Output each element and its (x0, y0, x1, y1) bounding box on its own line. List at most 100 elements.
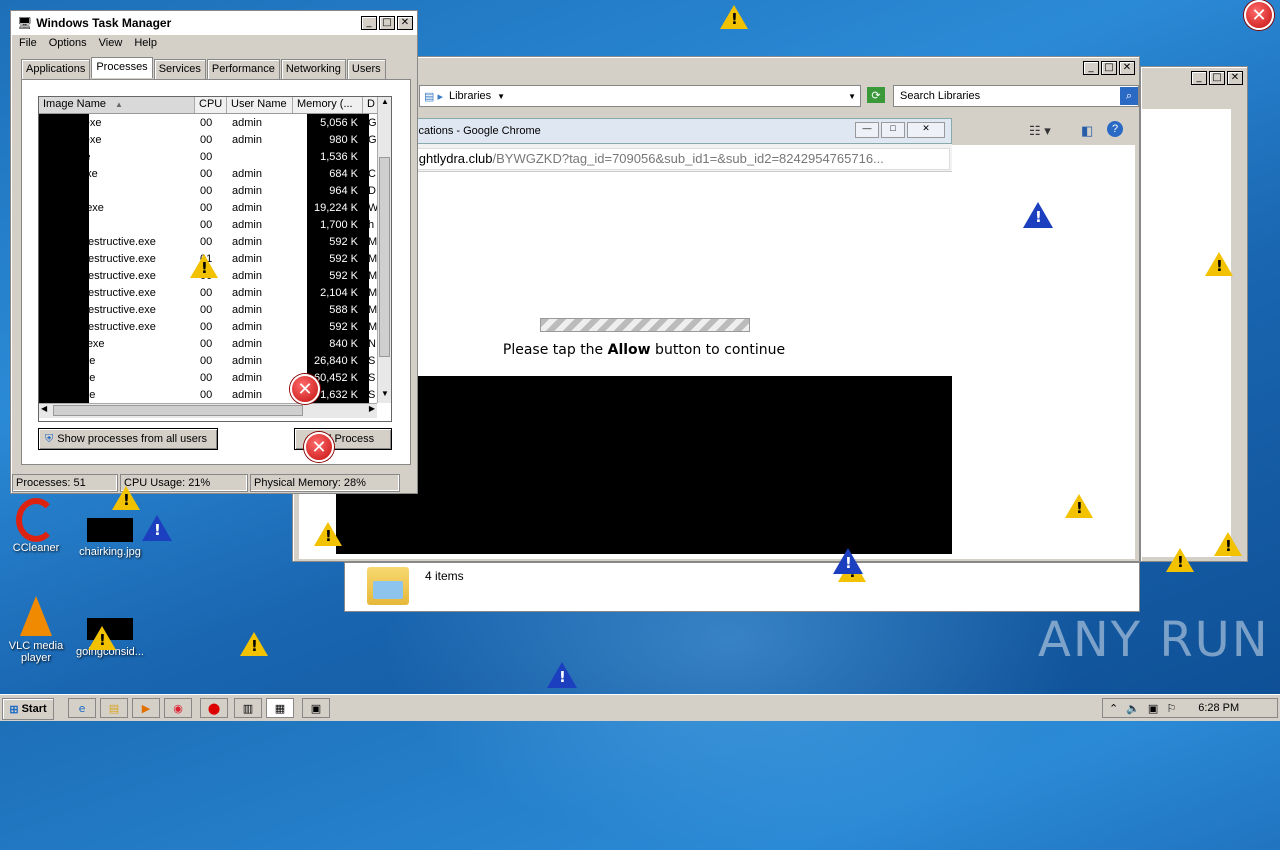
media-player-icon[interactable]: ▶ (132, 698, 160, 718)
table-row[interactable]: ctfmon.exe 00 admin 684 KC (39, 165, 379, 182)
desktop-icon-chairking[interactable]: chairking.jpg (74, 518, 146, 558)
tab-services[interactable]: Services (153, 59, 206, 80)
tab-processes[interactable]: Processes (91, 57, 153, 78)
minimize-button[interactable]: — (855, 122, 879, 138)
close-button[interactable]: ✕ (907, 122, 945, 138)
task-manager-taskbar-icon[interactable]: ▦ (266, 698, 294, 718)
table-row[interactable]: MEMZ-Destructive.exe 00 admin 592 KM (39, 318, 379, 335)
ie-icon[interactable]: e (68, 698, 96, 718)
address-bar[interactable]: ▤ ▸ Libraries ▼ ▼ (419, 85, 861, 107)
desktop-icon-vlc[interactable]: VLC media player (0, 596, 72, 664)
minimize-button[interactable]: _ (1083, 61, 1099, 75)
stop-icon[interactable]: ⬤ (200, 698, 228, 718)
close-button[interactable]: ✕ (1227, 71, 1243, 85)
folder-icon (367, 567, 409, 605)
table-row[interactable]: Skype.exe 00 admin 1,632 KS (39, 386, 379, 403)
col-user-name[interactable]: User Name (227, 97, 293, 113)
horizontal-scrollbar[interactable]: ◀ ▶ (39, 403, 377, 418)
maximize-button[interactable]: □ (1209, 71, 1225, 85)
scroll-left-icon[interactable]: ◀ (41, 404, 47, 413)
user-cell: admin (232, 269, 262, 282)
user-cell: admin (232, 184, 262, 197)
menu-help[interactable]: Help (134, 37, 157, 49)
menu-file[interactable]: File (19, 37, 37, 49)
user-cell: admin (232, 133, 262, 146)
tab-applications[interactable]: Applications (21, 59, 91, 80)
memory-cell: 592 K (329, 235, 358, 248)
table-row[interactable]: chrome.exe 00 admin 980 KG (39, 131, 379, 148)
user-cell: admin (232, 337, 262, 350)
scroll-thumb[interactable] (379, 157, 390, 357)
maximize-button[interactable]: □ (881, 122, 905, 138)
table-row[interactable]: MEMZ-Destructive.exe 00 admin 588 KM (39, 301, 379, 318)
scroll-down-icon[interactable]: ▼ (378, 389, 391, 403)
table-row[interactable]: MEMZ-Destructive.exe 00 admin 2,104 KM (39, 284, 379, 301)
close-button[interactable]: ✕ (397, 16, 413, 30)
vertical-scrollbar[interactable]: ▲ ▼ (377, 97, 391, 403)
scroll-up-icon[interactable]: ▲ (378, 97, 391, 111)
cpu-cell: 00 (200, 116, 213, 129)
process-name-cell: chrome.exe (44, 133, 102, 146)
refresh-icon[interactable]: ⟳ (867, 87, 885, 103)
minimize-button[interactable]: _ (361, 16, 377, 30)
error-icon: ✕ (290, 374, 320, 404)
maximize-button[interactable]: □ (1101, 61, 1117, 75)
col-memory[interactable]: Memory (... (293, 97, 363, 113)
table-row[interactable]: dwm.exe 00 admin 964 KD (39, 182, 379, 199)
tab-users[interactable]: Users (346, 59, 386, 80)
tray-expand-icon[interactable]: ⌃ (1109, 702, 1118, 715)
cpu-cell: 00 (200, 167, 213, 180)
col-image-name[interactable]: Image Name ▲ (39, 97, 195, 113)
cpu-cell: 00 (200, 354, 213, 367)
table-row[interactable]: Skype.exe 00 admin 26,840 KS (39, 352, 379, 369)
minimize-button[interactable]: _ (1191, 71, 1207, 85)
menu-options[interactable]: Options (49, 37, 87, 49)
table-row[interactable]: MEMZ-Destructive.exe 00 admin 592 KM (39, 233, 379, 250)
table-row[interactable]: host.exe 00 admin 1,700 Kh (39, 216, 379, 233)
cpu-cell: 00 (200, 218, 213, 231)
cpu-cell: 00 (200, 320, 213, 333)
table-row[interactable]: explorer.exe 00 admin 19,224 KW (39, 199, 379, 216)
help-icon[interactable]: ? (1107, 121, 1123, 137)
search-icon[interactable]: ⌕ (1120, 87, 1138, 105)
calculator-icon[interactable]: ▣ (302, 698, 330, 718)
table-row[interactable]: notepad.exe 00 admin 840 KN (39, 335, 379, 352)
search-input[interactable]: Search Libraries (894, 90, 980, 102)
explorer-icon[interactable]: ▤ (100, 698, 128, 718)
user-cell: admin (232, 320, 262, 333)
flag-icon[interactable]: ⚐ (1166, 702, 1176, 715)
start-button[interactable]: ⊞ Start (2, 698, 54, 720)
scroll-right-icon[interactable]: ▶ (369, 404, 375, 413)
preview-pane-icon[interactable]: ◧ (1081, 123, 1093, 139)
close-button[interactable]: ✕ (1119, 61, 1135, 75)
show-all-processes-button[interactable]: ⛨ Show processes from all users (38, 428, 218, 450)
secondary-window: _ □ ✕ (1140, 66, 1248, 562)
search-field[interactable]: Search Libraries ⌕ (893, 85, 1139, 107)
dropdown-arrow-icon[interactable]: ▼ (848, 92, 856, 101)
chrome-addressbar[interactable]: jightlydra.club/BYWGZKD?tag_id=709056&su… (336, 144, 952, 172)
cpu-cell: 00 (200, 201, 213, 214)
progress-bar (540, 318, 750, 332)
network-icon[interactable]: ▣ (1148, 702, 1158, 715)
info-icon (833, 548, 863, 574)
table-row[interactable]: Skype.exe 00 admin 60,452 KS (39, 369, 379, 386)
page-content: Please tap the Allow button to continue (336, 172, 952, 376)
clock[interactable]: 6:28 PM (1198, 702, 1239, 714)
chrome-icon[interactable]: ◉ (164, 698, 192, 718)
memory-cell: 588 K (329, 303, 358, 316)
memory-cell: 592 K (329, 269, 358, 282)
maximize-button[interactable]: □ (379, 16, 395, 30)
warning-icon (314, 522, 342, 546)
scroll-thumb[interactable] (53, 405, 303, 416)
table-row[interactable]: csrss.exe 00 1,536 K (39, 148, 379, 165)
table-row[interactable]: chrome.exe 00 admin 5,056 KG (39, 114, 379, 131)
notepad-icon[interactable]: ▥ (234, 698, 262, 718)
chevron-down-icon: ▼ (497, 91, 506, 101)
tab-networking[interactable]: Networking (280, 59, 346, 80)
col-cpu[interactable]: CPU (195, 97, 227, 113)
menu-view[interactable]: View (99, 37, 123, 49)
desktop-icon-ccleaner[interactable]: CCleaner (0, 498, 72, 554)
view-options-icon[interactable]: ☷ ▾ (1029, 123, 1051, 139)
tab-performance[interactable]: Performance (206, 59, 280, 80)
volume-icon[interactable]: 🔈 (1126, 702, 1140, 715)
